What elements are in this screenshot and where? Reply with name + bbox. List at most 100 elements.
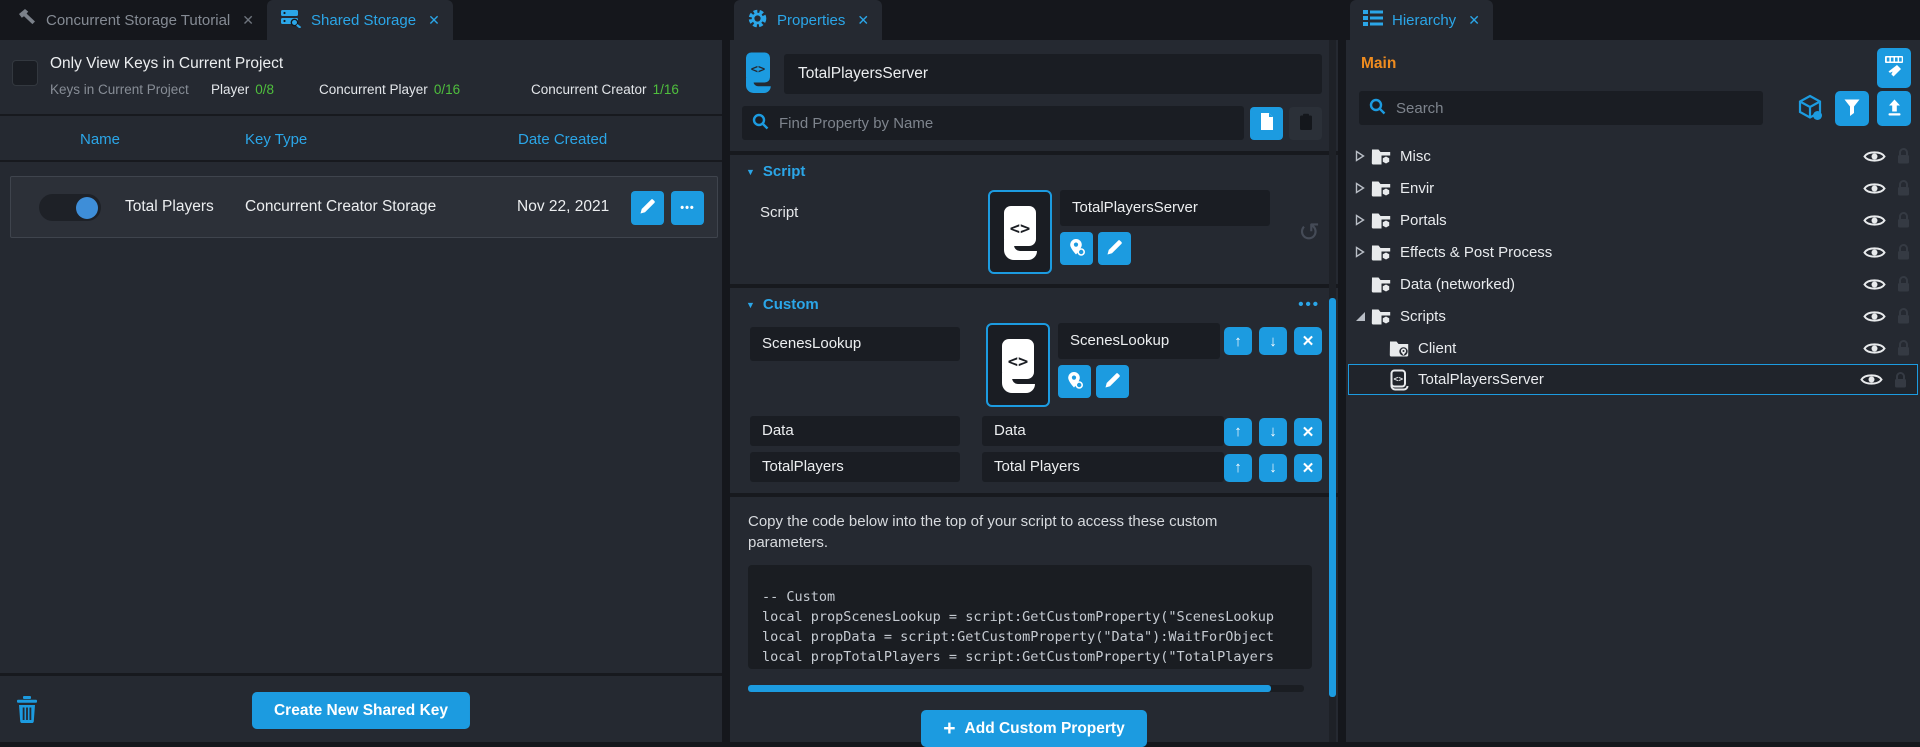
find-asset-button[interactable] <box>1058 365 1091 398</box>
move-down-button[interactable]: ↓ <box>1259 327 1287 355</box>
remove-property-button[interactable]: ✕ <box>1294 454 1322 482</box>
edit-script-button[interactable] <box>1096 365 1129 398</box>
collapse-arrow-icon[interactable] <box>1352 311 1368 322</box>
close-icon[interactable]: ✕ <box>857 12 869 29</box>
tab-concurrent-storage-tutorial[interactable]: Concurrent Storage Tutorial ✕ <box>4 0 267 40</box>
move-down-button[interactable]: ↓ <box>1259 418 1287 446</box>
delete-key-button[interactable] <box>16 696 38 727</box>
lock-toggle[interactable] <box>1896 339 1911 357</box>
table-row[interactable]: Total Players Concurrent Creator Storage… <box>10 176 718 238</box>
hierarchy-item-totalplayersserver[interactable]: <> TotalPlayersServer <box>1348 364 1918 395</box>
lock-toggle[interactable] <box>1896 211 1911 229</box>
collapse-icon[interactable]: ▼ <box>746 167 755 177</box>
hierarchy-search-input[interactable] <box>1394 99 1753 118</box>
lock-toggle[interactable] <box>1896 243 1911 261</box>
script-section-header[interactable]: ▼ Script <box>730 155 1338 186</box>
move-up-button[interactable]: ↑ <box>1224 454 1252 482</box>
visibility-toggle[interactable] <box>1863 341 1886 356</box>
expand-arrow-icon[interactable] <box>1352 246 1368 258</box>
hierarchy-item-scripts[interactable]: Scripts <box>1346 300 1920 332</box>
toggle-knob <box>76 197 98 219</box>
custom-property-value-field[interactable]: ScenesLookup <box>1058 323 1220 359</box>
close-icon[interactable]: ✕ <box>242 12 254 29</box>
player-counter: Player0/8 <box>211 82 274 97</box>
script-asset-name-field[interactable]: TotalPlayersServer <box>1060 190 1270 226</box>
hierarchy-item-envir[interactable]: Envir <box>1346 172 1920 204</box>
pencil-icon <box>639 198 656 218</box>
visibility-toggle[interactable] <box>1863 181 1886 196</box>
static-mesh-cube-icon[interactable] <box>1796 94 1824 125</box>
custom-property-name-field[interactable]: Data <box>750 416 960 446</box>
hierarchy-item-client[interactable]: Client <box>1346 332 1920 364</box>
lock-toggle[interactable] <box>1893 371 1908 389</box>
tab-hierarchy[interactable]: Hierarchy ✕ <box>1350 0 1493 40</box>
lock-toggle[interactable] <box>1896 307 1911 325</box>
visibility-toggle[interactable] <box>1863 149 1886 164</box>
hierarchy-item-effects-post-process[interactable]: Effects & Post Process <box>1346 236 1920 268</box>
key-toggle[interactable] <box>39 194 101 221</box>
scene-settings-button[interactable] <box>1877 48 1911 88</box>
close-icon[interactable]: ✕ <box>428 12 440 29</box>
scrollbar-thumb[interactable] <box>748 685 1271 692</box>
object-name-field[interactable]: TotalPlayersServer <box>784 54 1322 94</box>
only-view-keys-checkbox[interactable] <box>12 60 38 86</box>
svg-text:<>: <> <box>751 62 765 76</box>
edit-key-button[interactable] <box>631 191 664 225</box>
export-button[interactable] <box>1877 91 1911 126</box>
hierarchy-item-data-networked[interactable]: Data (networked) <box>1346 268 1920 300</box>
paste-properties-button[interactable] <box>1289 107 1322 140</box>
script-asset-column: TotalPlayersServer <box>1060 190 1270 274</box>
close-icon[interactable]: ✕ <box>1468 12 1480 29</box>
pin-search-icon <box>1066 371 1084 393</box>
property-search-input[interactable] <box>777 114 1234 133</box>
column-key-type[interactable]: Key Type <box>245 131 307 148</box>
filter-button[interactable] <box>1835 91 1869 126</box>
visibility-toggle[interactable] <box>1863 277 1886 292</box>
hierarchy-item-portals[interactable]: Portals <box>1346 204 1920 236</box>
move-up-button[interactable]: ↑ <box>1224 418 1252 446</box>
vertical-scrollbar[interactable] <box>1329 298 1336 697</box>
lock-toggle[interactable] <box>1896 179 1911 197</box>
tab-shared-storage[interactable]: Shared Storage ✕ <box>267 0 453 40</box>
hierarchy-search-box[interactable] <box>1359 91 1763 125</box>
remove-property-button[interactable]: ✕ <box>1294 327 1322 355</box>
upload-icon <box>1886 99 1903 119</box>
hierarchy-header: Main <box>1346 40 1920 134</box>
custom-property-name-field[interactable]: ScenesLookup <box>750 327 960 361</box>
custom-property-value-field[interactable]: Data <box>982 416 1224 446</box>
expand-arrow-icon[interactable] <box>1352 182 1368 194</box>
asset-thumbnail[interactable]: <> <box>986 323 1050 407</box>
custom-section-menu-button[interactable]: ••• <box>1298 296 1320 313</box>
expand-arrow-icon[interactable] <box>1352 214 1368 226</box>
custom-section-header[interactable]: ▼ Custom ••• <box>730 288 1338 319</box>
more-options-button[interactable]: ••• <box>671 191 704 225</box>
find-asset-button[interactable] <box>1060 232 1093 265</box>
column-name[interactable]: Name <box>80 131 120 148</box>
edit-script-button[interactable] <box>1098 232 1131 265</box>
property-search-box[interactable] <box>742 106 1244 140</box>
lock-toggle[interactable] <box>1896 147 1911 165</box>
hierarchy-item-misc[interactable]: Misc <box>1346 140 1920 172</box>
visibility-toggle[interactable] <box>1860 372 1883 387</box>
move-down-button[interactable]: ↓ <box>1259 454 1287 482</box>
add-custom-property-button[interactable]: + Add Custom Property <box>921 710 1146 747</box>
column-date-created[interactable]: Date Created <box>518 131 607 148</box>
lock-toggle[interactable] <box>1896 275 1911 293</box>
move-up-button[interactable]: ↑ <box>1224 327 1252 355</box>
reset-property-button[interactable]: ↺ <box>1296 217 1322 248</box>
script-asset-thumbnail[interactable]: <> <box>988 190 1052 274</box>
remove-property-button[interactable]: ✕ <box>1294 418 1322 446</box>
visibility-toggle[interactable] <box>1863 213 1886 228</box>
horizontal-scrollbar[interactable] <box>748 685 1304 692</box>
code-snippet-box[interactable]: -- Customlocal propScenesLookup = script… <box>748 565 1312 669</box>
collapse-icon[interactable]: ▼ <box>746 300 755 310</box>
expand-arrow-icon[interactable] <box>1352 150 1368 162</box>
copy-properties-button[interactable] <box>1250 107 1283 140</box>
visibility-toggle[interactable] <box>1863 245 1886 260</box>
key-date-created: Nov 22, 2021 <box>517 198 609 216</box>
custom-property-name-field[interactable]: TotalPlayers <box>750 452 960 482</box>
visibility-toggle[interactable] <box>1863 309 1886 324</box>
custom-property-value-field[interactable]: Total Players <box>982 452 1224 482</box>
create-new-shared-key-button[interactable]: Create New Shared Key <box>252 692 470 729</box>
tab-properties[interactable]: Properties ✕ <box>734 0 882 40</box>
